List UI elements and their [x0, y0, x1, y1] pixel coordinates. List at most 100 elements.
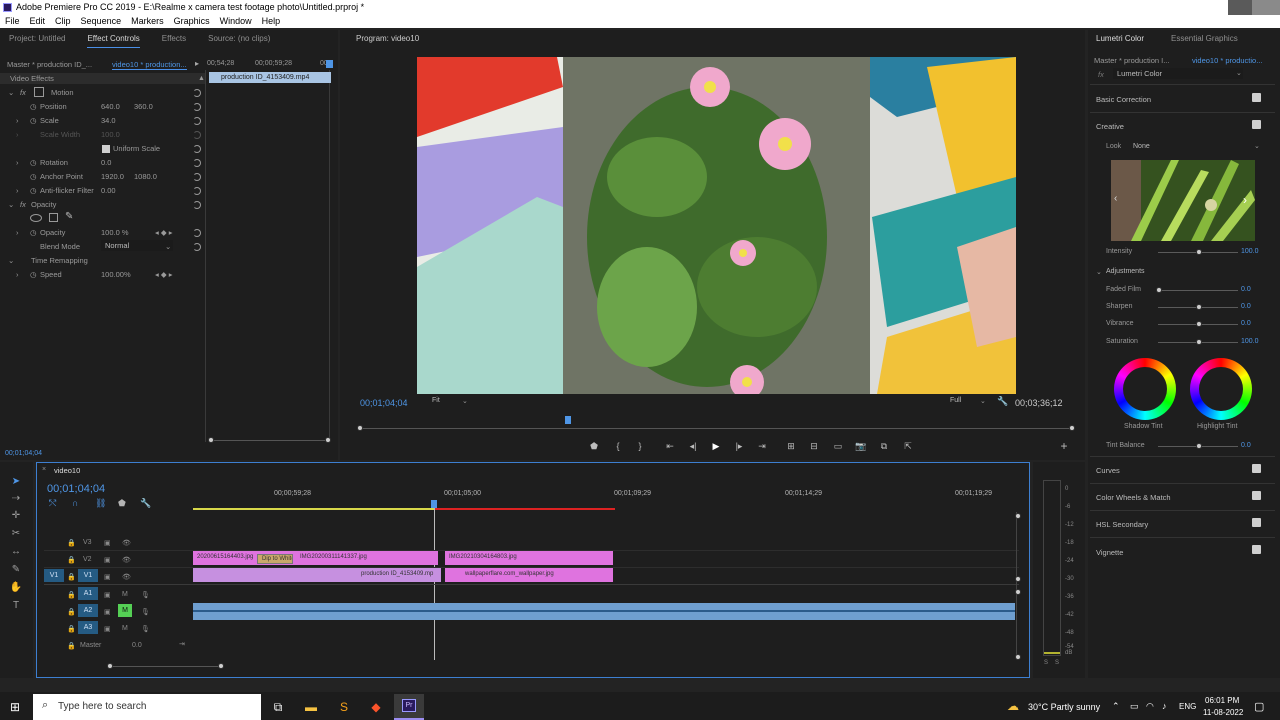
lock-icon[interactable]: 🔒: [67, 608, 76, 616]
windows-start-icon[interactable]: ⊞: [5, 697, 25, 717]
reset-icon[interactable]: [193, 201, 201, 209]
insert-icon[interactable]: ⧉: [878, 440, 890, 452]
razor-tool-icon[interactable]: ✂: [9, 527, 23, 541]
close-icon[interactable]: ×: [42, 466, 46, 473]
menu-sequence[interactable]: Sequence: [81, 15, 122, 28]
clock-date[interactable]: 11-08-2022: [1203, 708, 1243, 717]
stopwatch-icon[interactable]: ◷: [30, 171, 37, 183]
eye-icon[interactable]: 👁: [122, 573, 131, 581]
sync-lock-icon[interactable]: ▣: [104, 556, 111, 564]
add-marker-icon[interactable]: ⬟: [118, 498, 126, 509]
track-name[interactable]: A3: [78, 621, 98, 634]
stopwatch-icon[interactable]: ◷: [30, 101, 37, 113]
go-to-in-icon[interactable]: ⇤: [664, 440, 676, 452]
program-scrub-bar[interactable]: [360, 428, 1072, 429]
notifications-icon[interactable]: ▢: [1254, 700, 1264, 713]
reset-icon[interactable]: [193, 187, 201, 195]
overwrite-icon[interactable]: ⇱: [902, 440, 914, 452]
scrollbar-handle[interactable]: [208, 437, 214, 443]
audio-clip-a2[interactable]: [193, 603, 1015, 620]
timeline-settings-icon[interactable]: 🔧: [140, 498, 151, 509]
ellipse-mask-icon[interactable]: [30, 214, 42, 222]
step-back-icon[interactable]: ◂|: [687, 440, 699, 452]
anchor-y-value[interactable]: 1080.0: [134, 171, 157, 183]
sequence-clip-label[interactable]: video10 * production...: [112, 60, 187, 70]
comparison-view-icon[interactable]: ▭: [832, 440, 844, 452]
hand-tool-icon[interactable]: ✋: [9, 581, 23, 595]
reset-icon[interactable]: [193, 159, 201, 167]
sublime-icon[interactable]: S: [334, 697, 354, 717]
tab-lumetri-color[interactable]: Lumetri Color: [1096, 34, 1144, 43]
tab-effects[interactable]: Effects: [162, 30, 186, 48]
scrollbar-handle[interactable]: [1015, 576, 1021, 582]
program-timecode[interactable]: 00;01;04;04: [360, 398, 408, 408]
weather-text[interactable]: 30°C Partly sunny: [1028, 702, 1100, 712]
highlight-tint-wheel[interactable]: [1190, 358, 1252, 420]
microphone-icon[interactable]: 🎙: [141, 625, 150, 633]
nest-icon[interactable]: ⤲: [49, 498, 56, 509]
timeline-hscroll[interactable]: [110, 666, 220, 667]
scrollbar-handle[interactable]: [218, 663, 224, 669]
clip-bar[interactable]: production ID_4153409.mp4: [209, 72, 331, 83]
mute-icon[interactable]: M: [122, 625, 128, 632]
clip-v2[interactable]: IMG20210304164803.jpg: [445, 551, 613, 565]
track-name[interactable]: A2: [78, 604, 98, 617]
expand-icon[interactable]: ›: [16, 185, 19, 197]
keyframe-nav-icon[interactable]: ◂ ◆ ▸: [155, 269, 172, 281]
clock-time[interactable]: 06:01 PM: [1205, 696, 1239, 705]
menu-file[interactable]: File: [5, 15, 20, 28]
lumetri-master-label[interactable]: Master * production I...: [1094, 56, 1169, 65]
scrollbar-handle[interactable]: [1015, 654, 1021, 660]
time-ruler[interactable]: 00;00;59;28 00;01;05;00 00;01;09;29 00;0…: [193, 490, 1015, 510]
solo-button[interactable]: S: [1055, 660, 1059, 666]
track-select-tool-icon[interactable]: ⇢: [9, 492, 23, 506]
basic-correction-checkbox[interactable]: [1252, 93, 1261, 102]
effect-controls-timecode[interactable]: 00;01;04;04: [5, 450, 42, 457]
play-icon[interactable]: ▶: [710, 440, 722, 452]
reset-icon[interactable]: [193, 89, 201, 97]
master-volume-value[interactable]: 0.0: [132, 642, 142, 649]
hsl-secondary-section[interactable]: HSL Secondary: [1096, 520, 1148, 529]
network-icon[interactable]: ▭: [1130, 701, 1139, 712]
eye-icon[interactable]: 👁: [122, 539, 131, 547]
wifi-icon[interactable]: ◠: [1146, 701, 1154, 712]
language-indicator[interactable]: ENG: [1179, 702, 1196, 711]
tray-expand-icon[interactable]: ⌃: [1112, 701, 1120, 712]
snap-icon[interactable]: ∩: [72, 498, 78, 508]
reset-icon[interactable]: [193, 117, 201, 125]
source-track-v1[interactable]: V1: [44, 569, 64, 582]
opacity-expand-icon[interactable]: ⌄: [8, 199, 14, 211]
zoom-scrollbar[interactable]: [211, 440, 327, 441]
play-clip-icon[interactable]: ▸: [195, 59, 199, 68]
speed-value[interactable]: 100.00%: [101, 269, 131, 281]
scrollbar-handle[interactable]: [1015, 513, 1021, 519]
sync-lock-icon[interactable]: ▣: [104, 625, 111, 633]
effect-controls-ruler[interactable]: 00;54;28 00;00;59;28 00: [205, 60, 333, 70]
expand-icon[interactable]: ›: [16, 269, 19, 281]
clip-v1[interactable]: wallpaperflare.com_wallpaper.jpg: [445, 568, 613, 582]
intensity-slider-handle[interactable]: [1196, 249, 1202, 255]
reset-icon[interactable]: [193, 173, 201, 181]
stopwatch-icon[interactable]: ◷: [30, 269, 37, 281]
saturation-value[interactable]: 100.0: [1241, 338, 1259, 345]
basic-correction-section[interactable]: Basic Correction: [1096, 95, 1151, 104]
scrubber-handle[interactable]: [357, 425, 363, 431]
intensity-value[interactable]: 100.0: [1241, 248, 1259, 255]
expand-icon[interactable]: ›: [16, 129, 19, 141]
stopwatch-icon[interactable]: ◷: [30, 157, 37, 169]
expand-icon[interactable]: ›: [16, 227, 19, 239]
add-marker-icon[interactable]: ⬟: [588, 440, 600, 452]
reset-icon[interactable]: [193, 103, 201, 111]
scale-value[interactable]: 34.0: [101, 115, 116, 127]
lock-icon[interactable]: 🔒: [67, 556, 76, 564]
go-to-end-icon[interactable]: ⇥: [179, 640, 185, 648]
tab-effect-controls[interactable]: Effect Controls: [87, 30, 140, 48]
volume-icon[interactable]: ♪: [1162, 701, 1167, 711]
wrench-icon[interactable]: 🔧: [997, 396, 1008, 407]
solo-button[interactable]: S: [1044, 660, 1048, 666]
tab-essential-graphics[interactable]: Essential Graphics: [1171, 34, 1238, 43]
anti-flicker-value[interactable]: 0.00: [101, 185, 116, 197]
menu-markers[interactable]: Markers: [131, 15, 164, 28]
file-explorer-icon[interactable]: ▬: [301, 697, 321, 717]
mute-icon[interactable]: M: [118, 604, 132, 617]
